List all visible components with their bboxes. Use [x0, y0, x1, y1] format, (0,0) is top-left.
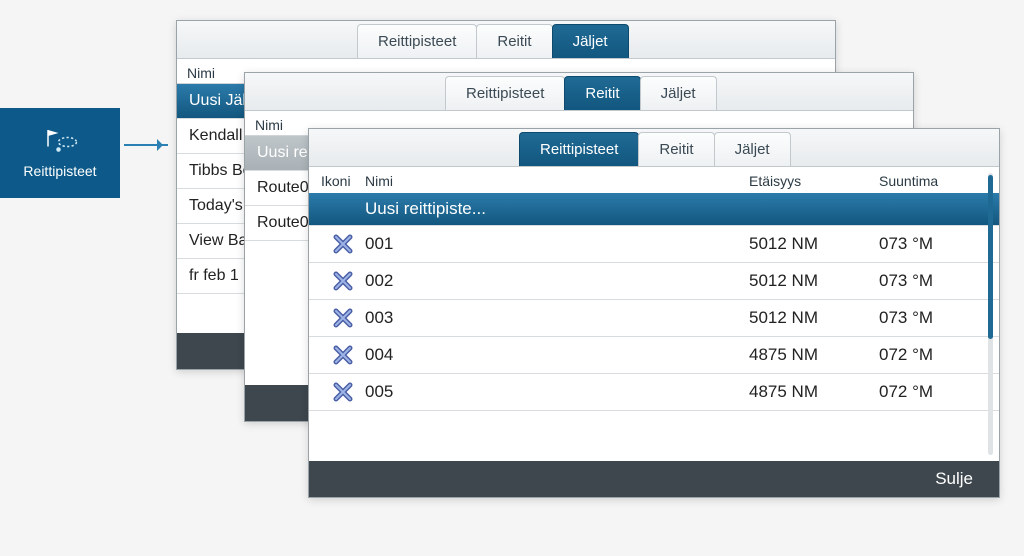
- tab-routes[interactable]: Reitit: [638, 132, 714, 166]
- waypoint-x-icon: [331, 269, 355, 293]
- col-distance: Etäisyys: [749, 173, 879, 189]
- tab-bar: Reittipisteet Reitit Jäljet: [177, 21, 835, 59]
- cell-distance: 5012 NM: [749, 308, 879, 328]
- col-name: Nimi: [365, 173, 749, 189]
- waypoints-window: Reittipisteet Reitit Jäljet Ikoni Nimi E…: [308, 128, 1000, 498]
- cell-name: 002: [365, 271, 749, 291]
- cell-bearing: 072 °M: [879, 345, 989, 365]
- cell-bearing: 073 °M: [879, 308, 989, 328]
- waypoint-flag-icon: [36, 127, 84, 157]
- cell-name: 003: [365, 308, 749, 328]
- col-icon: Ikoni: [321, 173, 365, 189]
- cell-distance: 4875 NM: [749, 382, 879, 402]
- tab-tracks[interactable]: Jäljet: [552, 24, 629, 58]
- tab-bar: Reittipisteet Reitit Jäljet: [245, 73, 913, 111]
- waypoint-x-icon: [331, 232, 355, 256]
- cell-icon: [321, 232, 365, 256]
- tab-bar: Reittipisteet Reitit Jäljet: [309, 129, 999, 167]
- tab-tracks[interactable]: Jäljet: [714, 132, 791, 166]
- waypoint-x-icon: [331, 343, 355, 367]
- tab-waypoints[interactable]: Reittipisteet: [445, 76, 565, 110]
- close-button[interactable]: Sulje: [935, 469, 973, 489]
- cell-distance: 5012 NM: [749, 234, 879, 254]
- launcher-label: Reittipisteet: [23, 163, 96, 179]
- waypoint-x-icon: [331, 380, 355, 404]
- col-name: Nimi: [255, 117, 283, 133]
- cell-bearing: 073 °M: [879, 234, 989, 254]
- footer-bar: Sulje: [309, 461, 999, 497]
- cell-icon: [321, 343, 365, 367]
- cell-name: 004: [365, 345, 749, 365]
- waypoint-x-icon: [331, 306, 355, 330]
- tab-waypoints[interactable]: Reittipisteet: [357, 24, 477, 58]
- table-row[interactable]: 004 4875 NM 072 °M: [309, 337, 999, 374]
- cell-name: 001: [365, 234, 749, 254]
- launcher-tile-waypoints[interactable]: Reittipisteet: [0, 108, 120, 198]
- cell-distance: 5012 NM: [749, 271, 879, 291]
- cell-bearing: 073 °M: [879, 271, 989, 291]
- table-row[interactable]: 005 4875 NM 072 °M: [309, 374, 999, 411]
- table-row[interactable]: 003 5012 NM 073 °M: [309, 300, 999, 337]
- column-header-row: Ikoni Nimi Etäisyys Suuntima: [309, 167, 999, 193]
- arrow-icon: [124, 144, 168, 146]
- cell-bearing: 072 °M: [879, 382, 989, 402]
- tab-routes[interactable]: Reitit: [476, 24, 552, 58]
- cell-icon: [321, 380, 365, 404]
- cell-name: Uusi reittipiste...: [365, 199, 749, 219]
- scrollbar[interactable]: [988, 173, 993, 455]
- tab-tracks[interactable]: Jäljet: [640, 76, 717, 110]
- col-bearing: Suuntima: [879, 173, 989, 189]
- cell-distance: 4875 NM: [749, 345, 879, 365]
- table-row[interactable]: 002 5012 NM 073 °M: [309, 263, 999, 300]
- col-name: Nimi: [187, 65, 215, 81]
- tab-waypoints[interactable]: Reittipisteet: [519, 132, 639, 166]
- new-waypoint-row[interactable]: Uusi reittipiste...: [309, 193, 999, 226]
- cell-icon: [321, 306, 365, 330]
- waypoints-list: Uusi reittipiste... 001 5012 NM 073 °M: [309, 193, 999, 411]
- table-row[interactable]: 001 5012 NM 073 °M: [309, 226, 999, 263]
- tab-routes[interactable]: Reitit: [564, 76, 640, 110]
- cell-name: 005: [365, 382, 749, 402]
- cell-icon: [321, 269, 365, 293]
